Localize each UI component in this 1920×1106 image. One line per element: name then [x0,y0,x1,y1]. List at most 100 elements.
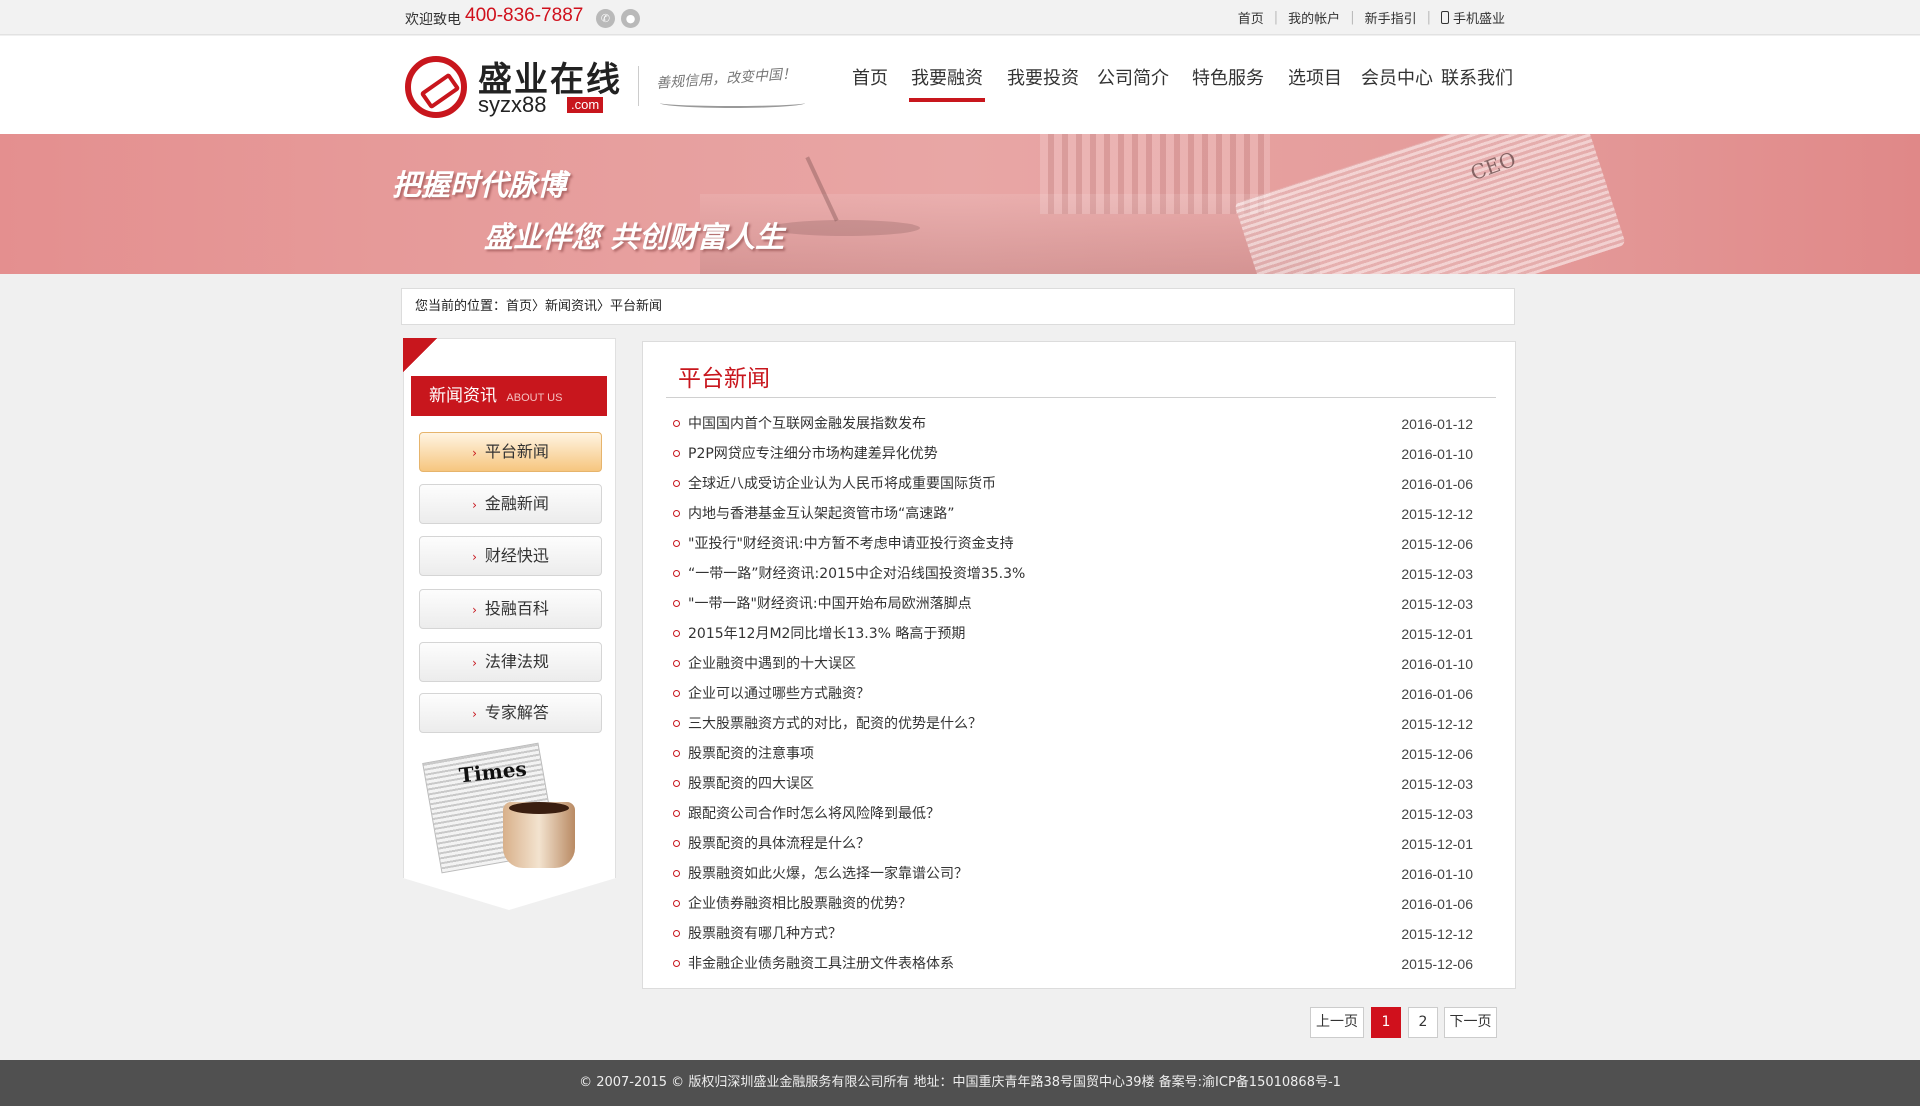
top-link-beginner-guide[interactable]: 新手指引 [1355,8,1427,27]
list-item[interactable]: 中国国内首个互联网金融发展指数发布 2016-01-12 [673,409,1473,439]
news-title[interactable]: 跟配资公司合作时怎么将风险降到最低？ [688,799,940,829]
list-item[interactable]: 内地与香港基金互认架起资管市场“高速路” 2015-12-12 [673,499,1473,529]
news-title[interactable]: 股票融资有哪几种方式？ [688,919,842,949]
page-title: 平台新闻 [678,366,770,392]
news-title[interactable]: P2P网贷应专注细分市场构建差异化优势 [688,439,938,469]
banner-newspaper-image [1234,134,1626,274]
news-date: 2015-12-06 [1401,746,1473,762]
news-title[interactable]: 内地与香港基金互认架起资管市场“高速路” [688,499,955,529]
news-title[interactable]: 企业可以通过哪些方式融资？ [688,679,870,709]
banner-lamp-base [770,220,920,236]
bullet-icon [673,630,680,637]
top-links: 首页 | 我的帐户 | 新手指引 | 手机盛业 [1228,8,1515,27]
news-date: 2016-01-10 [1401,656,1473,672]
bullet-icon [673,870,680,877]
list-item[interactable]: P2P网贷应专注细分市场构建差异化优势 2016-01-10 [673,439,1473,469]
wechat-icon[interactable]: ✆ [596,9,615,28]
list-item[interactable]: 跟配资公司合作时怎么将风险降到最低？ 2015-12-03 [673,799,1473,829]
list-item[interactable]: 股票配资的注意事项 2015-12-06 [673,739,1473,769]
site-footer: © 2007-2015 © 版权归深圳盛业金融服务有限公司所有 地址：中国重庆青… [0,1060,1920,1106]
bullet-icon [673,510,680,517]
sidebar-item-laws[interactable]: › 法律法规 [419,642,602,682]
news-panel: 平台新闻 中国国内首个互联网金融发展指数发布 2016-01-12 P2P网贷应专… [642,341,1516,989]
news-date: 2016-01-06 [1401,476,1473,492]
news-title[interactable]: 2015年12月M2同比增长13.3% 略高于预期 [688,619,965,649]
sidebar-item-encyclopedia[interactable]: › 投融百科 [419,589,602,629]
bullet-icon [673,480,680,487]
sidebar-item-label: 专家解答 [484,703,549,722]
sidebar-item-finance-flash[interactable]: › 财经快迅 [419,536,602,576]
news-date: 2016-01-06 [1401,896,1473,912]
sidebar-item-expert-answers[interactable]: › 专家解答 [419,693,602,733]
sidebar-bottom-tip [403,878,616,910]
list-item[interactable]: “一带一路”财经资讯:2015中企对沿线国投资增35.3% 2015-12-03 [673,559,1473,589]
sidebar-title: 新闻资讯 ABOUT US [411,376,607,416]
page-1-button[interactable]: 1 [1371,1007,1401,1038]
chevron-right-icon: › [472,446,477,460]
bullet-icon [673,570,680,577]
news-title[interactable]: "亚投行"财经资讯:中方暂不考虑申请亚投行资金支持 [688,529,1014,559]
list-item[interactable]: "一带一路"财经资讯:中国开始布局欧洲落脚点 2015-12-03 [673,589,1473,619]
news-title[interactable]: 非金融企业债务融资工具注册文件表格体系 [688,949,954,979]
list-item[interactable]: 三大股票融资方式的对比，配资的优势是什么？ 2015-12-12 [673,709,1473,739]
news-title[interactable]: 股票配资的四大误区 [688,769,814,799]
list-item[interactable]: 企业债券融资相比股票融资的优势？ 2016-01-06 [673,889,1473,919]
news-title[interactable]: 股票配资的注意事项 [688,739,814,769]
page-2-button[interactable]: 2 [1408,1007,1438,1038]
list-item[interactable]: 股票融资有哪几种方式？ 2015-12-12 [673,919,1473,949]
news-title[interactable]: 企业债券融资相比股票融资的优势？ [688,889,912,919]
bullet-icon [673,960,680,967]
bullet-icon [673,720,680,727]
prev-page-button[interactable]: 上一页 [1310,1007,1364,1038]
top-link-my-account[interactable]: 我的帐户 [1278,8,1350,27]
list-item[interactable]: 企业融资中遇到的十大误区 2016-01-10 [673,649,1473,679]
news-title[interactable]: 三大股票融资方式的对比，配资的优势是什么？ [688,709,982,739]
banner-desk-image [700,194,1320,274]
banner-headline: 把握时代脉博 [392,168,567,202]
nav-item-investing[interactable]: 我要投资 [1007,64,1079,90]
chevron-right-icon: › [472,656,477,670]
list-item[interactable]: 股票配资的四大误区 2015-12-03 [673,769,1473,799]
sidebar-item-platform-news[interactable]: › 平台新闻 [419,432,602,472]
sidebar-item-financial-news[interactable]: › 金融新闻 [419,484,602,524]
list-item[interactable]: 企业可以通过哪些方式融资？ 2016-01-06 [673,679,1473,709]
nav-item-home[interactable]: 首页 [852,64,888,90]
news-title[interactable]: "一带一路"财经资讯:中国开始布局欧洲落脚点 [688,589,972,619]
hotline-number: 400-836-7887 [465,5,584,26]
list-item[interactable]: 2015年12月M2同比增长13.3% 略高于预期 2015-12-01 [673,619,1473,649]
bullet-icon [673,600,680,607]
sidebar-item-label: 平台新闻 [484,442,549,461]
nav-item-financing[interactable]: 我要融资 [909,64,985,102]
breadcrumb: 您当前的位置：首页〉新闻资讯〉平台新闻 [401,288,1515,325]
list-item[interactable]: 非金融企业债务融资工具注册文件表格体系 2015-12-06 [673,949,1473,979]
news-date: 2015-12-03 [1401,776,1473,792]
list-item[interactable]: 全球近八成受访企业认为人民币将成重要国际货币 2016-01-06 [673,469,1473,499]
bullet-icon [673,420,680,427]
nav-item-company[interactable]: 公司简介 [1097,64,1169,90]
bullet-icon [673,450,680,457]
news-title[interactable]: 股票配资的具体流程是什么？ [688,829,870,859]
news-date: 2015-12-12 [1401,926,1473,942]
qq-icon[interactable]: ● [621,9,640,28]
chevron-right-icon: › [472,498,477,512]
newspaper-coffee-image: Times [422,742,581,874]
top-link-home[interactable]: 首页 [1228,8,1274,27]
nav-item-member-center[interactable]: 会员中心 [1361,64,1433,90]
list-item[interactable]: 股票融资如此火爆，怎么选择一家靠谱公司？ 2016-01-10 [673,859,1473,889]
top-link-mobile[interactable]: 手机盛业 [1431,8,1515,27]
news-title[interactable]: 企业融资中遇到的十大误区 [688,649,856,679]
nav-item-projects[interactable]: 选项目 [1288,64,1342,90]
news-title[interactable]: 中国国内首个互联网金融发展指数发布 [688,409,926,439]
news-date: 2015-12-01 [1401,836,1473,852]
list-item[interactable]: 股票配资的具体流程是什么？ 2015-12-01 [673,829,1473,859]
list-item[interactable]: "亚投行"财经资讯:中方暂不考虑申请亚投行资金支持 2015-12-06 [673,529,1473,559]
news-title[interactable]: 全球近八成受访企业认为人民币将成重要国际货币 [688,469,996,499]
news-title[interactable]: 股票融资如此火爆，怎么选择一家靠谱公司？ [688,859,968,889]
news-date: 2015-12-03 [1401,596,1473,612]
next-page-button[interactable]: 下一页 [1444,1007,1497,1038]
news-title[interactable]: “一带一路”财经资讯:2015中企对沿线国投资增35.3% [688,559,1025,589]
news-date: 2015-12-12 [1401,716,1473,732]
nav-item-contact[interactable]: 联系我们 [1441,64,1513,90]
sidebar-title-text: 新闻资讯 [429,386,497,406]
nav-item-services[interactable]: 特色服务 [1192,64,1264,90]
